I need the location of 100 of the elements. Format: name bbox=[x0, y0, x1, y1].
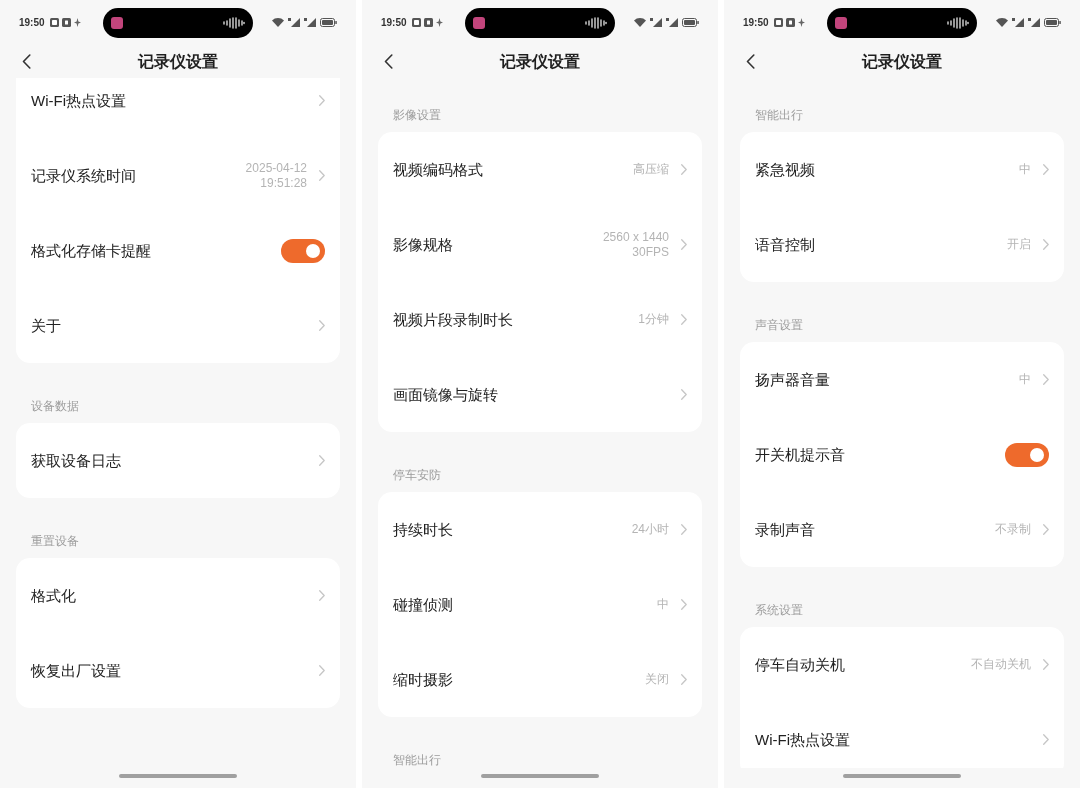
back-button[interactable] bbox=[22, 54, 31, 69]
signal-icon bbox=[666, 18, 678, 27]
setting-value: 2560 x 1440 30FPS bbox=[602, 229, 669, 260]
setting-label[interactable]: 缩时摄影 bbox=[393, 669, 453, 690]
battery-icon bbox=[320, 18, 337, 27]
setting-label[interactable]: 紧急视频 bbox=[755, 159, 815, 180]
toggle-switch[interactable] bbox=[281, 238, 325, 263]
chevron-right-icon bbox=[681, 674, 687, 685]
signal-icon bbox=[650, 18, 662, 27]
signal-icon bbox=[288, 18, 300, 27]
chevron-right-icon bbox=[319, 455, 325, 466]
setting-label[interactable]: 停车自动关机 bbox=[755, 654, 845, 675]
battery-icon bbox=[682, 18, 699, 27]
chevron-right-icon bbox=[1043, 734, 1049, 745]
setting-label[interactable]: Wi-Fi热点设置 bbox=[755, 729, 850, 750]
setting-label[interactable]: 格式化存储卡提醒 bbox=[31, 240, 151, 261]
app-notification-icon bbox=[773, 18, 783, 27]
setting-label[interactable]: 开关机提示音 bbox=[755, 444, 845, 465]
section-title: 设备数据 bbox=[31, 399, 79, 413]
section-title: 智能出行 bbox=[393, 753, 441, 767]
setting-label[interactable]: Wi-Fi热点设置 bbox=[31, 90, 126, 111]
signal-icon bbox=[304, 18, 316, 27]
chevron-right-icon bbox=[1043, 164, 1049, 175]
setting-value: 1分钟 bbox=[638, 312, 669, 327]
setting-value: 高压缩 bbox=[633, 162, 669, 177]
waveform-icon bbox=[947, 16, 969, 29]
setting-value: 中 bbox=[657, 597, 669, 612]
setting-value: 不录制 bbox=[995, 522, 1031, 537]
section-title: 重置设备 bbox=[31, 534, 79, 548]
setting-label[interactable]: 记录仪系统时间 bbox=[31, 165, 136, 186]
status-time: 19:50 bbox=[381, 16, 407, 29]
setting-label[interactable]: 碰撞侦测 bbox=[393, 594, 453, 615]
page-title: 记录仪设置 bbox=[138, 51, 218, 72]
back-button[interactable] bbox=[384, 54, 393, 69]
setting-label[interactable]: 关于 bbox=[31, 315, 61, 336]
setting-value: 中 bbox=[1019, 162, 1031, 177]
setting-label[interactable]: 语音控制 bbox=[755, 234, 815, 255]
chevron-right-icon bbox=[681, 164, 687, 175]
toggle-switch[interactable] bbox=[1005, 442, 1049, 467]
chevron-right-icon bbox=[1043, 524, 1049, 535]
chevron-right-icon bbox=[1043, 659, 1049, 670]
chevron-left-icon bbox=[22, 54, 31, 69]
app-notification-icon bbox=[423, 18, 433, 27]
setting-label[interactable]: 录制声音 bbox=[755, 519, 815, 540]
setting-label[interactable]: 扬声器音量 bbox=[755, 369, 830, 390]
setting-label[interactable]: 持续时长 bbox=[393, 519, 453, 540]
sparkle-icon bbox=[435, 18, 443, 27]
sparkle-icon bbox=[73, 18, 81, 27]
chevron-right-icon bbox=[681, 599, 687, 610]
signal-icon bbox=[1028, 18, 1040, 27]
setting-label[interactable]: 视频编码格式 bbox=[393, 159, 483, 180]
wifi-icon bbox=[996, 18, 1008, 27]
chevron-right-icon bbox=[681, 389, 687, 400]
section-title: 停车安防 bbox=[393, 468, 441, 482]
chevron-left-icon bbox=[384, 54, 393, 69]
status-time: 19:50 bbox=[743, 16, 769, 29]
setting-value: 不自动关机 bbox=[971, 657, 1031, 672]
waveform-icon bbox=[585, 16, 607, 29]
app-icon bbox=[111, 16, 123, 29]
chevron-right-icon bbox=[319, 590, 325, 601]
chevron-right-icon bbox=[1043, 374, 1049, 385]
chevron-right-icon bbox=[1043, 239, 1049, 250]
chevron-right-icon bbox=[319, 95, 325, 106]
app-notification-icon bbox=[785, 18, 795, 27]
setting-label[interactable]: 格式化 bbox=[31, 585, 76, 606]
app-notification-icon bbox=[61, 18, 71, 27]
page-title: 记录仪设置 bbox=[500, 51, 580, 72]
app-notification-icon bbox=[411, 18, 421, 27]
wifi-icon bbox=[272, 18, 284, 27]
setting-label[interactable]: 视频片段录制时长 bbox=[393, 309, 513, 330]
setting-value: 开启 bbox=[1007, 237, 1031, 252]
waveform-icon bbox=[223, 16, 245, 29]
section-title: 系统设置 bbox=[755, 603, 803, 617]
section-title: 影像设置 bbox=[393, 108, 441, 122]
setting-label[interactable]: 画面镜像与旋转 bbox=[393, 384, 498, 405]
sparkle-icon bbox=[797, 18, 805, 27]
back-button[interactable] bbox=[746, 54, 755, 69]
app-icon bbox=[835, 16, 847, 29]
setting-value: 关闭 bbox=[645, 672, 669, 687]
chevron-right-icon bbox=[319, 170, 325, 181]
chevron-right-icon bbox=[319, 320, 325, 331]
wifi-icon bbox=[634, 18, 646, 27]
signal-icon bbox=[1012, 18, 1024, 27]
setting-label[interactable]: 恢复出厂设置 bbox=[31, 660, 121, 681]
setting-value: 24小时 bbox=[631, 522, 669, 537]
battery-icon bbox=[1044, 18, 1061, 27]
chevron-left-icon bbox=[746, 54, 755, 69]
chevron-right-icon bbox=[681, 239, 687, 250]
setting-value: 中 bbox=[1019, 372, 1031, 387]
section-title: 智能出行 bbox=[755, 108, 803, 122]
setting-label[interactable]: 影像规格 bbox=[393, 234, 453, 255]
chevron-right-icon bbox=[681, 524, 687, 535]
section-title: 声音设置 bbox=[755, 318, 803, 332]
setting-value: 2025-04-12 19:51:28 bbox=[245, 160, 307, 191]
chevron-right-icon bbox=[681, 314, 687, 325]
app-notification-icon bbox=[49, 18, 59, 27]
page-title: 记录仪设置 bbox=[862, 51, 942, 72]
chevron-right-icon bbox=[319, 665, 325, 676]
setting-label[interactable]: 获取设备日志 bbox=[31, 450, 121, 471]
app-icon bbox=[473, 16, 485, 29]
